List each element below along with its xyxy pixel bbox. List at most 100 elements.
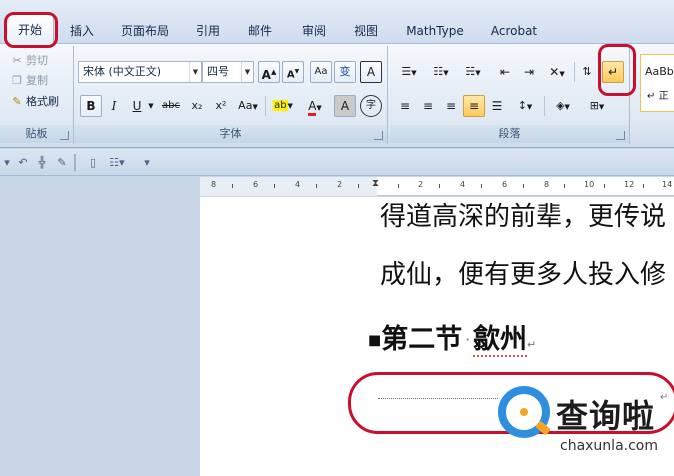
italic-button[interactable]: I <box>103 95 125 117</box>
line-spacing-icon: ↕ <box>517 99 527 112</box>
chevron-down-icon: ▼ <box>252 103 258 111</box>
font-name-combo[interactable]: 宋体 (中文正文) ▼ <box>78 61 202 83</box>
tab-review[interactable]: 审阅 <box>292 20 336 42</box>
chevron-down-icon[interactable]: ▼ <box>241 62 253 82</box>
enclose-characters-button[interactable]: 字 <box>360 95 382 117</box>
ruler-tick <box>564 184 565 188</box>
edit-icon[interactable]: ✎ <box>54 154 70 171</box>
customize-toolbar-icon[interactable]: ▾ <box>140 154 154 171</box>
chevron-down-icon: ▼ <box>475 69 481 77</box>
subscript-button[interactable]: x₂ <box>186 95 208 117</box>
space-mark-icon: · <box>462 335 473 346</box>
chinese-layout-button[interactable]: ✕▼ <box>542 61 572 83</box>
paragraph-group: ☰▼ ☷▼ ☵▼ ⇤ ⇥ ✕▼ ⇅ ↵ ≡ ≡ ≡ ≡ ☰ ↕▼ ◈▼ ⊞▼ 段… <box>390 46 630 144</box>
shrink-arrow-icon: ▼ <box>294 68 300 75</box>
font-color-button[interactable]: A▼ <box>300 95 330 117</box>
quick-access-toolbar: ▾ ↶ ╬ ✎ ▯ ☷▾ ▾ <box>0 149 674 176</box>
indent-marker-icon[interactable]: ⧗ <box>372 178 379 189</box>
chevron-down-icon: ▼ <box>526 103 533 111</box>
underline-button[interactable]: U <box>126 95 148 117</box>
ruler-tick <box>439 184 440 188</box>
character-shading-button[interactable]: A <box>334 95 356 117</box>
ruler-margin-shade <box>200 177 377 196</box>
watermark-subtitle: chaxunla.com <box>560 438 658 454</box>
clear-formatting-button[interactable]: Aa <box>310 61 332 83</box>
change-case-button[interactable]: Aa▼ <box>234 95 262 117</box>
character-border-button[interactable]: A <box>360 61 382 83</box>
paintbrush-icon: ✎ <box>12 95 22 108</box>
justify-button[interactable]: ≡ <box>463 95 485 117</box>
shading-button[interactable]: ◈▼ <box>548 95 578 117</box>
increase-indent-button[interactable]: ⇥ <box>518 61 540 83</box>
align-right-button[interactable]: ≡ <box>440 95 462 117</box>
tab-mathtype[interactable]: MathType <box>400 20 470 42</box>
ruler-tick <box>316 184 317 188</box>
tab-references[interactable]: 引用 <box>188 20 228 42</box>
chinese-layout-icon: ✕ <box>549 65 560 79</box>
text-highlight-button[interactable]: ab▼ <box>268 95 298 117</box>
font-size-combo[interactable]: 四号 ▼ <box>202 61 254 83</box>
align-left-button[interactable]: ≡ <box>394 95 416 117</box>
shrink-font-button[interactable]: A▼ <box>282 61 304 83</box>
quick-style-normal[interactable]: AaBb ↵ 正 <box>640 54 674 112</box>
numbering-button[interactable]: ☷▼ <box>426 61 456 83</box>
sort-button[interactable]: ⇅ <box>576 61 598 83</box>
chevron-down-icon[interactable]: ▾ <box>2 154 12 171</box>
align-center-button[interactable]: ≡ <box>417 95 439 117</box>
bulleted-list-icon: ☰ <box>401 65 412 78</box>
bold-button[interactable]: B <box>80 95 102 117</box>
tab-acrobat[interactable]: Acrobat <box>482 20 546 42</box>
new-document-icon[interactable]: ▯ <box>86 154 100 171</box>
line-spacing-button[interactable]: ↕▼ <box>510 95 540 117</box>
tab-page-layout[interactable]: 页面布局 <box>112 20 178 42</box>
style-normal-label: ↵ 正 <box>647 91 669 102</box>
border-grid-icon: ⊞ <box>589 99 599 112</box>
chevron-down-icon: ▼ <box>564 103 570 111</box>
separator <box>574 62 575 82</box>
multilevel-list-button[interactable]: ☵▼ <box>458 61 488 83</box>
strikethrough-button[interactable]: abc <box>158 95 184 117</box>
distributed-button[interactable]: ☰ <box>486 95 508 117</box>
clipboard-launcher-icon[interactable] <box>60 131 69 140</box>
paragraph-launcher-icon[interactable] <box>616 131 625 140</box>
annotation-show-hide-marks <box>598 44 636 96</box>
multilevel-list-icon: ☵ <box>465 65 476 78</box>
chevron-down-icon: ▼ <box>559 70 565 78</box>
table-layout-icon[interactable]: ☷▾ <box>106 154 128 171</box>
chevron-down-icon[interactable]: ▼ <box>146 95 156 117</box>
sort-az-icon: ⇅ <box>582 65 592 78</box>
ruler-tick <box>604 184 605 188</box>
watermark-title: 查询啦 <box>556 397 656 435</box>
font-group: 宋体 (中文正文) ▼ 四号 ▼ A▲ A▼ Aa 变 A B I U ▼ ab… <box>74 46 388 144</box>
superscript-button[interactable]: x² <box>210 95 232 117</box>
chevron-down-icon: ▼ <box>287 102 293 110</box>
insert-table-icon[interactable]: ╬ <box>34 154 50 171</box>
indent-icon: ⇥ <box>523 65 535 79</box>
format-painter-button[interactable]: ✎ 格式刷 <box>10 93 59 111</box>
tab-view[interactable]: 视图 <box>344 20 388 42</box>
outdent-icon: ⇤ <box>499 65 511 79</box>
phonetic-guide-button[interactable]: 变 <box>334 61 356 83</box>
document-text-line[interactable]: 得道高深的前辈，更传说 <box>380 196 666 233</box>
cut-button[interactable]: ✂ 剪切 <box>10 52 48 70</box>
copy-button[interactable]: ❐ 复制 <box>10 72 48 90</box>
document-text-line[interactable]: 成仙，便有更多人投入修 <box>380 254 666 291</box>
chevron-down-icon[interactable]: ▼ <box>189 62 201 82</box>
annotation-tab-home <box>4 12 58 48</box>
numbered-list-icon: ☷ <box>433 65 444 78</box>
heading-bullet-icon: ■ <box>368 332 382 349</box>
grow-font-button[interactable]: A▲ <box>258 61 280 83</box>
bullets-button[interactable]: ☰▼ <box>394 61 424 83</box>
decrease-indent-button[interactable]: ⇤ <box>494 61 516 83</box>
font-launcher-icon[interactable] <box>374 131 383 140</box>
ruler-tick <box>232 184 233 188</box>
horizontal-ruler[interactable]: 8 6 4 2 2 4 6 8 10 12 14 <box>200 177 674 196</box>
chevron-down-icon: ▼ <box>411 69 417 77</box>
tab-mailings[interactable]: 邮件 <box>240 20 280 42</box>
undo-icon[interactable]: ↶ <box>16 154 30 171</box>
borders-button[interactable]: ⊞▼ <box>582 95 612 117</box>
tab-insert[interactable]: 插入 <box>62 20 102 42</box>
watermark-dot <box>520 408 528 416</box>
document-heading[interactable]: ■第二节 · 歙州↵ <box>368 317 536 357</box>
chevron-down-icon: ▼ <box>443 69 449 77</box>
